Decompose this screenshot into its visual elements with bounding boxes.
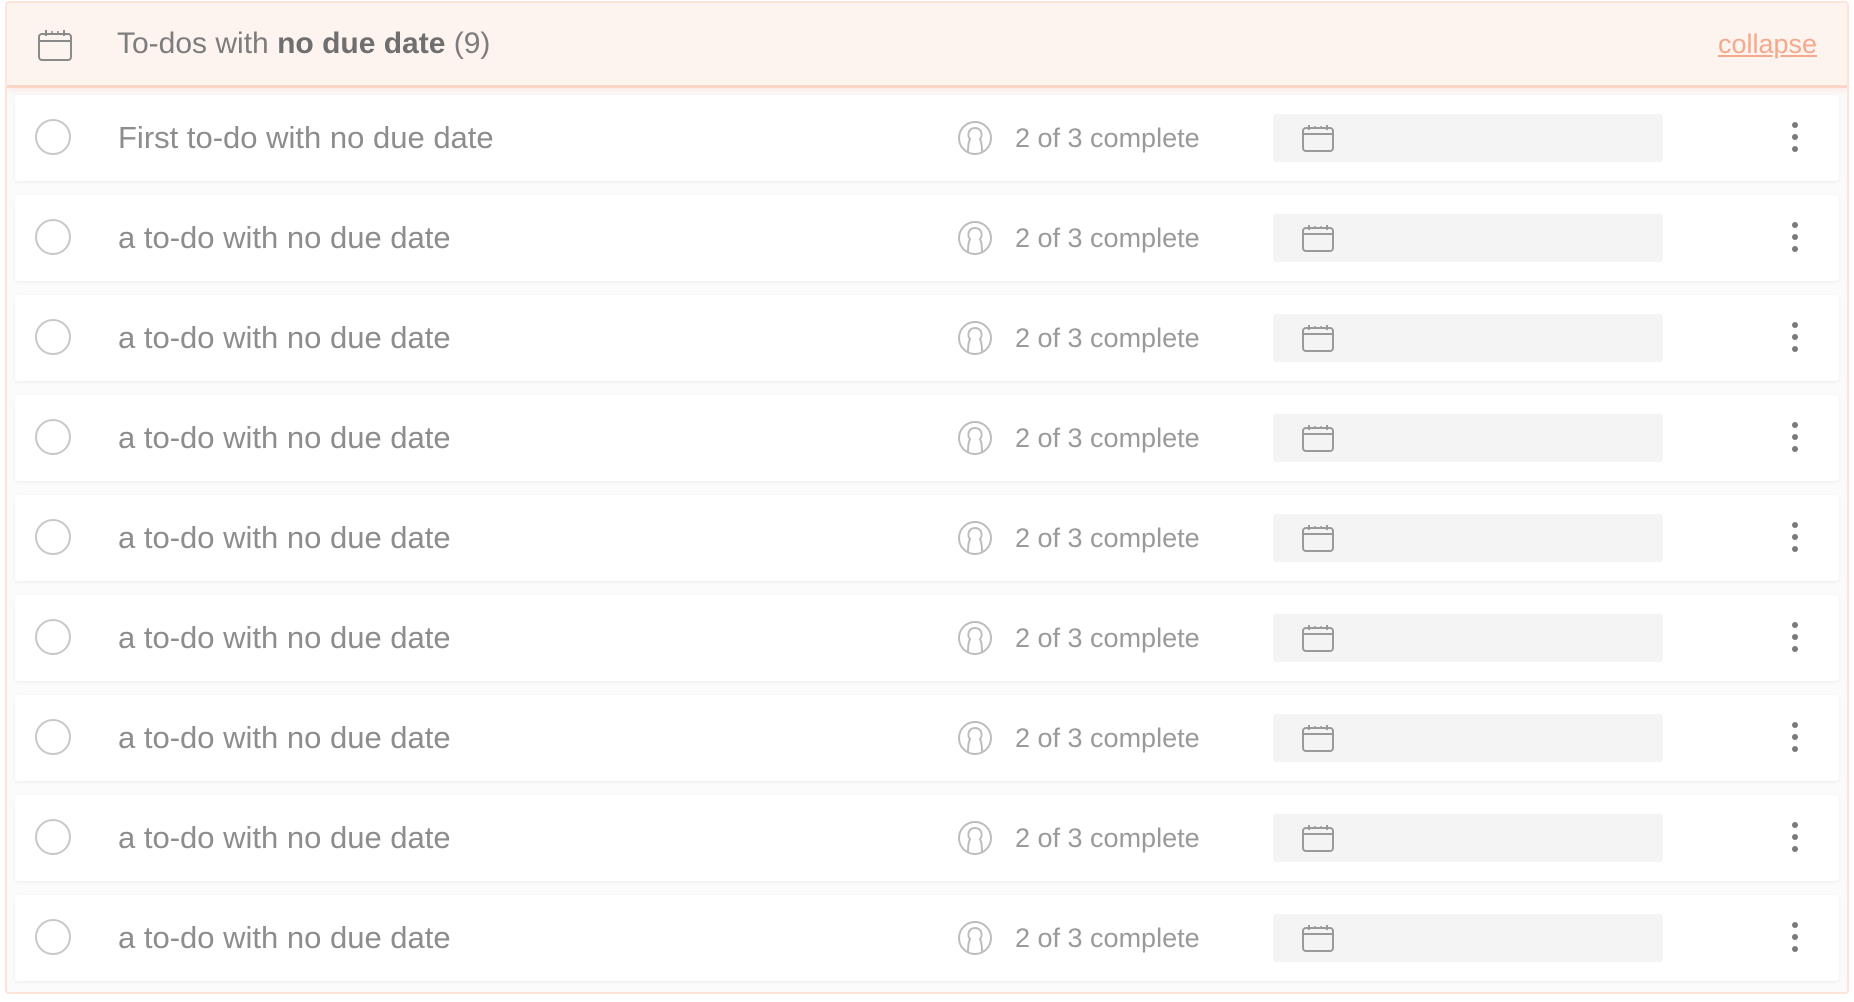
- user-avatar-icon[interactable]: [957, 119, 993, 157]
- circle-checkbox-icon[interactable]: [35, 819, 71, 855]
- group-title-prefix: To-dos with: [117, 27, 278, 60]
- todo-title[interactable]: a to-do with no due date: [118, 395, 451, 481]
- due-date-field[interactable]: [1273, 214, 1663, 262]
- todo-row[interactable]: a to-do with no due date 2 of 3 complete: [15, 295, 1839, 381]
- user-avatar-icon[interactable]: [957, 919, 993, 957]
- more-vertical-icon[interactable]: [1787, 319, 1803, 355]
- todo-title[interactable]: a to-do with no due date: [118, 695, 451, 781]
- circle-checkbox-icon[interactable]: [35, 119, 71, 155]
- calendar-icon: [1302, 625, 1334, 652]
- group-title: To-dos with no due date (9): [117, 3, 490, 85]
- due-date-field[interactable]: [1273, 814, 1663, 862]
- checklist-progress: 2 of 3 complete: [1015, 722, 1200, 753]
- user-avatar-icon[interactable]: [957, 319, 993, 357]
- todo-row[interactable]: a to-do with no due date 2 of 3 complete: [15, 695, 1839, 781]
- due-date-field[interactable]: [1273, 614, 1663, 662]
- todo-row[interactable]: a to-do with no due date 2 of 3 complete: [15, 395, 1839, 481]
- calendar-icon: [1302, 325, 1334, 352]
- todo-title[interactable]: a to-do with no due date: [118, 195, 451, 281]
- calendar-icon: [38, 30, 72, 61]
- due-date-field[interactable]: [1273, 414, 1663, 462]
- more-vertical-icon[interactable]: [1787, 819, 1803, 855]
- more-vertical-icon[interactable]: [1787, 719, 1803, 755]
- circle-checkbox-icon[interactable]: [35, 619, 71, 655]
- calendar-icon: [1302, 825, 1334, 852]
- calendar-icon: [1302, 525, 1334, 552]
- calendar-icon: [1302, 425, 1334, 452]
- todo-row[interactable]: a to-do with no due date 2 of 3 complete: [15, 795, 1839, 881]
- checklist-progress: 2 of 3 complete: [1015, 122, 1200, 153]
- more-vertical-icon[interactable]: [1787, 919, 1803, 955]
- group-header: To-dos with no due date (9) collapse: [7, 3, 1847, 88]
- todo-row[interactable]: a to-do with no due date 2 of 3 complete: [15, 195, 1839, 281]
- due-date-field[interactable]: [1273, 314, 1663, 362]
- todo-title[interactable]: a to-do with no due date: [118, 795, 451, 881]
- circle-checkbox-icon[interactable]: [35, 419, 71, 455]
- due-date-field[interactable]: [1273, 514, 1663, 562]
- circle-checkbox-icon[interactable]: [35, 219, 71, 255]
- todo-title[interactable]: a to-do with no due date: [118, 295, 451, 381]
- due-date-field[interactable]: [1273, 714, 1663, 762]
- checklist-progress: 2 of 3 complete: [1015, 322, 1200, 353]
- due-date-field[interactable]: [1273, 114, 1663, 162]
- todo-row[interactable]: First to-do with no due date 2 of 3 comp…: [15, 95, 1839, 181]
- todo-group-no-due-date: To-dos with no due date (9) collapse Fir…: [5, 1, 1849, 994]
- group-count: (9): [445, 27, 491, 60]
- todo-row[interactable]: a to-do with no due date 2 of 3 complete: [15, 495, 1839, 581]
- calendar-icon: [1302, 725, 1334, 752]
- checklist-progress: 2 of 3 complete: [1015, 622, 1200, 653]
- more-vertical-icon[interactable]: [1787, 519, 1803, 555]
- user-avatar-icon[interactable]: [957, 719, 993, 757]
- user-avatar-icon[interactable]: [957, 219, 993, 257]
- todo-title[interactable]: a to-do with no due date: [118, 595, 451, 681]
- more-vertical-icon[interactable]: [1787, 119, 1803, 155]
- checklist-progress: 2 of 3 complete: [1015, 222, 1200, 253]
- todo-row[interactable]: a to-do with no due date 2 of 3 complete: [15, 595, 1839, 681]
- checklist-progress: 2 of 3 complete: [1015, 422, 1200, 453]
- circle-checkbox-icon[interactable]: [35, 519, 71, 555]
- calendar-icon: [1302, 925, 1334, 952]
- circle-checkbox-icon[interactable]: [35, 919, 71, 955]
- todo-title[interactable]: a to-do with no due date: [118, 895, 451, 981]
- checklist-progress: 2 of 3 complete: [1015, 822, 1200, 853]
- collapse-link[interactable]: collapse: [1718, 3, 1817, 85]
- user-avatar-icon[interactable]: [957, 519, 993, 557]
- checklist-progress: 2 of 3 complete: [1015, 922, 1200, 953]
- more-vertical-icon[interactable]: [1787, 619, 1803, 655]
- user-avatar-icon[interactable]: [957, 819, 993, 857]
- due-date-field[interactable]: [1273, 914, 1663, 962]
- user-avatar-icon[interactable]: [957, 619, 993, 657]
- circle-checkbox-icon[interactable]: [35, 719, 71, 755]
- todo-title[interactable]: First to-do with no due date: [118, 95, 494, 181]
- calendar-icon: [1302, 125, 1334, 152]
- user-avatar-icon[interactable]: [957, 419, 993, 457]
- checklist-progress: 2 of 3 complete: [1015, 522, 1200, 553]
- todo-row[interactable]: a to-do with no due date 2 of 3 complete: [15, 895, 1839, 981]
- circle-checkbox-icon[interactable]: [35, 319, 71, 355]
- group-title-emphasis: no due date: [277, 27, 446, 60]
- more-vertical-icon[interactable]: [1787, 219, 1803, 255]
- todo-title[interactable]: a to-do with no due date: [118, 495, 451, 581]
- more-vertical-icon[interactable]: [1787, 419, 1803, 455]
- calendar-icon: [1302, 225, 1334, 252]
